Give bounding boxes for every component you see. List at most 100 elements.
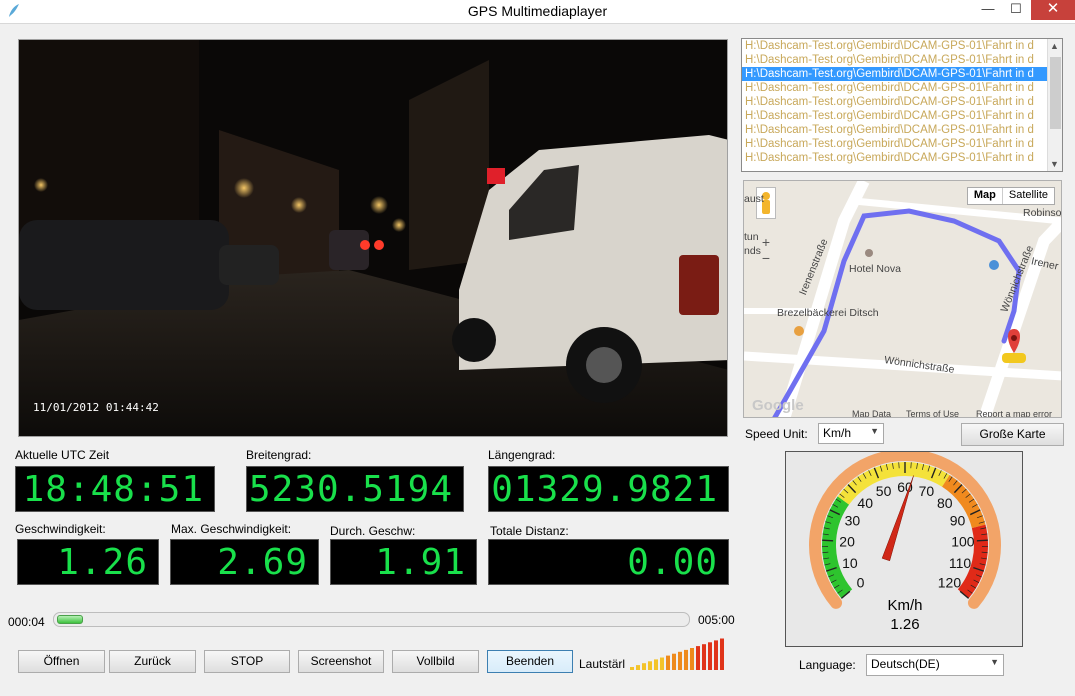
terms-link[interactable]: Terms of Use xyxy=(906,409,959,417)
volume-bar[interactable] xyxy=(696,646,700,670)
speed-unit-label: Speed Unit: xyxy=(745,427,808,441)
playlist-rows: H:\Dashcam-Test.org\Gembird\DCAM-GPS-01\… xyxy=(742,39,1062,165)
volume-bar[interactable] xyxy=(630,667,634,670)
speedometer-tick-label: 10 xyxy=(842,555,858,571)
volume-bar[interactable] xyxy=(666,655,670,670)
speed-unit-value: Km/h xyxy=(823,426,852,440)
volume-label: Lautstärl xyxy=(579,657,626,671)
playlist-item[interactable]: H:\Dashcam-Test.org\Gembird\DCAM-GPS-01\… xyxy=(742,53,1047,67)
chevron-down-icon: ▼ xyxy=(870,426,879,436)
map-label-nds: nds xyxy=(744,245,761,257)
speedometer-tick-label: 80 xyxy=(937,495,953,511)
speed-unit-select[interactable]: Km/h ▼ xyxy=(818,423,884,444)
speedometer-tick-label: 100 xyxy=(951,534,975,550)
longitude-label: Längengrad: xyxy=(488,448,556,462)
seek-bar-fill[interactable] xyxy=(57,615,83,624)
playlist-item[interactable]: H:\Dashcam-Test.org\Gembird\DCAM-GPS-01\… xyxy=(742,137,1047,151)
max-speed-display: 2.69 xyxy=(170,539,319,585)
playlist-item[interactable]: H:\Dashcam-Test.org\Gembird\DCAM-GPS-01\… xyxy=(742,123,1047,137)
volume-bar[interactable] xyxy=(720,638,724,671)
latitude-display: 5230.5194 xyxy=(246,466,464,512)
speedometer: 0 10 20 30 40 50 60 70 80 90 100 110 120 Km/h 1.26 xyxy=(785,451,1023,647)
speedometer-tick-label: 120 xyxy=(938,574,962,590)
speedometer-tick-label: 20 xyxy=(839,534,855,550)
speedometer-unit: Km/h xyxy=(887,597,922,614)
volume-control[interactable] xyxy=(630,636,725,670)
speedometer-tick xyxy=(976,539,988,542)
speed-label: Geschwindigkeit: xyxy=(15,522,106,536)
scroll-down-icon[interactable]: ▼ xyxy=(1050,159,1059,169)
map-type-map-button[interactable]: Map xyxy=(968,188,1003,204)
scroll-up-icon[interactable]: ▲ xyxy=(1050,41,1059,51)
volume-bar[interactable] xyxy=(702,644,706,670)
volume-bar[interactable] xyxy=(648,661,652,670)
minimize-button[interactable]: — xyxy=(975,0,1001,20)
map-label-hotel-nova: Hotel Nova xyxy=(849,263,901,275)
language-label: Language: xyxy=(799,658,856,672)
video-player[interactable]: 11/01/2012 01:44:42 xyxy=(18,39,728,437)
fullscreen-button[interactable]: Vollbild xyxy=(392,650,479,673)
volume-bar[interactable] xyxy=(714,640,718,670)
seek-bar[interactable] xyxy=(53,612,690,627)
avg-speed-display: 1.91 xyxy=(330,539,477,585)
open-button[interactable]: Öffnen xyxy=(18,650,105,673)
stop-button[interactable]: STOP xyxy=(204,650,290,673)
playlist-item[interactable]: H:\Dashcam-Test.org\Gembird\DCAM-GPS-01\… xyxy=(742,151,1047,165)
map-label-aust: aust xyxy=(744,193,764,205)
volume-bar[interactable] xyxy=(660,657,664,671)
back-button[interactable]: Zurück xyxy=(109,650,196,673)
quit-button[interactable]: Beenden xyxy=(487,650,573,673)
volume-bar[interactable] xyxy=(708,642,712,670)
report-error-link[interactable]: Report a map error xyxy=(976,409,1052,417)
playlist-item[interactable]: H:\Dashcam-Test.org\Gembird\DCAM-GPS-01\… xyxy=(742,95,1047,109)
volume-bar[interactable] xyxy=(636,665,640,670)
total-time: 005:00 xyxy=(698,613,735,627)
google-logo: Google xyxy=(752,397,804,414)
current-time: 000:04 xyxy=(8,615,45,629)
speedometer-tick xyxy=(822,539,834,542)
speedometer-tick-label: 90 xyxy=(950,512,966,528)
speedometer-tick-label: 50 xyxy=(876,483,892,499)
chevron-down-icon: ▼ xyxy=(990,657,999,667)
utc-time-display: 18:48:51 xyxy=(15,466,215,512)
language-value: Deutsch(DE) xyxy=(871,657,940,671)
map-label-tun: tun xyxy=(744,231,759,243)
map-label-robinson: Robinso xyxy=(1023,207,1062,219)
window-title: GPS Multimediaplayer xyxy=(467,3,608,19)
close-button[interactable]: ✕ xyxy=(1031,0,1075,20)
big-map-button[interactable]: Große Karte xyxy=(961,423,1064,446)
playlist-scrollbar[interactable]: ▲ ▼ xyxy=(1047,39,1062,171)
playlist-item[interactable]: H:\Dashcam-Test.org\Gembird\DCAM-GPS-01\… xyxy=(742,39,1047,53)
volume-bar[interactable] xyxy=(672,653,676,670)
volume-bar[interactable] xyxy=(654,659,658,670)
volume-bar[interactable] xyxy=(684,649,688,670)
speedometer-value: 1.26 xyxy=(890,616,919,633)
speedometer-tick-label: 110 xyxy=(949,555,972,571)
screenshot-button[interactable]: Screenshot xyxy=(298,650,384,673)
speed-display: 1.26 xyxy=(17,539,159,585)
speedometer-tick-label: 0 xyxy=(857,574,865,590)
total-distance-display: 0.00 xyxy=(488,539,729,585)
video-timestamp: 11/01/2012 01:44:42 xyxy=(33,401,159,414)
speedometer-tick-label: 40 xyxy=(857,495,873,511)
maximize-button[interactable]: ☐ xyxy=(1003,0,1029,20)
speedometer-tick-label: 70 xyxy=(919,483,935,499)
map-type-satellite-button[interactable]: Satellite xyxy=(1003,188,1054,204)
playlist-item[interactable]: H:\Dashcam-Test.org\Gembird\DCAM-GPS-01\… xyxy=(742,109,1047,123)
utc-time-label: Aktuelle UTC Zeit xyxy=(15,448,110,462)
max-speed-label: Max. Geschwindigkeit: xyxy=(171,522,292,536)
title-bar: GPS Multimediaplayer — ☐ ✕ xyxy=(0,0,1075,24)
playlist[interactable]: H:\Dashcam-Test.org\Gembird\DCAM-GPS-01\… xyxy=(741,38,1063,172)
latitude-label: Breitengrad: xyxy=(246,448,312,462)
map-view[interactable]: + − Map Satellite aust tun nds Robinso I… xyxy=(743,180,1062,418)
playlist-item[interactable]: H:\Dashcam-Test.org\Gembird\DCAM-GPS-01\… xyxy=(742,67,1047,81)
map-type-toggle: Map Satellite xyxy=(966,187,1055,205)
volume-bar[interactable] xyxy=(642,663,646,670)
scroll-thumb[interactable] xyxy=(1050,57,1061,129)
volume-bar[interactable] xyxy=(690,648,694,670)
map-data-link[interactable]: Map Data xyxy=(852,409,891,417)
language-select[interactable]: Deutsch(DE) ▼ xyxy=(866,654,1004,676)
playlist-item[interactable]: H:\Dashcam-Test.org\Gembird\DCAM-GPS-01\… xyxy=(742,81,1047,95)
volume-bar[interactable] xyxy=(678,651,682,670)
longitude-display: 01329.9821 xyxy=(488,466,729,512)
